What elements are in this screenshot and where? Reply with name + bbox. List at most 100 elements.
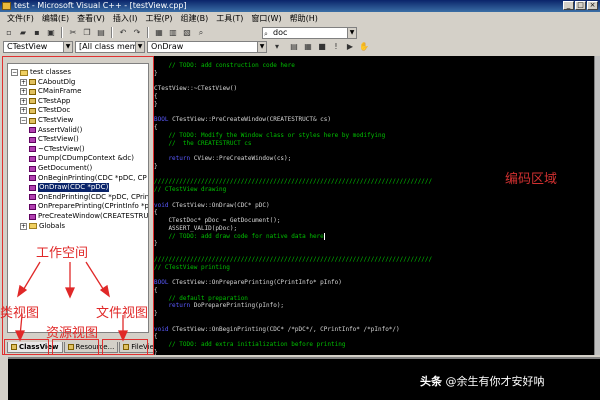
tree-item-label: CTestDoc xyxy=(38,106,71,115)
tree-item-label: OnEndPrinting(CDC *pDC, CPrin xyxy=(38,192,149,201)
expand-icon[interactable]: + xyxy=(20,222,27,230)
close-button[interactable]: × xyxy=(587,1,598,10)
workspace-icon[interactable]: ▦ xyxy=(153,27,165,38)
tree-item[interactable]: Dump(CDumpContext &dc) xyxy=(29,154,134,163)
chevron-down-icon[interactable]: ▼ xyxy=(135,42,144,52)
chevron-down-icon[interactable]: ▼ xyxy=(257,42,266,52)
new-file-icon[interactable]: ▫ xyxy=(3,27,15,38)
paste-icon[interactable]: ▤ xyxy=(95,27,107,38)
menu-project[interactable]: 工程(P) xyxy=(141,13,176,24)
windows-icon[interactable]: ▧ xyxy=(181,27,193,38)
output-gripper[interactable] xyxy=(0,357,8,400)
build-icon[interactable]: ▦ xyxy=(302,41,314,52)
tree-item-label: Dump(CDumpContext &dc) xyxy=(38,154,134,163)
minimize-button[interactable]: _ xyxy=(563,1,574,10)
editor-scrollbar[interactable] xyxy=(594,56,600,355)
menu-help[interactable]: 帮助(H) xyxy=(286,13,322,24)
breakpoint-icon[interactable]: ✋ xyxy=(358,41,370,52)
method-icon xyxy=(29,213,36,220)
method-icon xyxy=(29,136,36,143)
window-title: test - Microsoft Visual C++ - [testView.… xyxy=(14,1,187,10)
method-icon xyxy=(29,203,36,210)
tree-item[interactable]: OnEndPrinting(CDC *pDC, CPrin xyxy=(29,192,149,202)
find-value: doc xyxy=(273,28,288,37)
chevron-down-icon[interactable]: ▼ xyxy=(63,42,72,52)
menu-view[interactable]: 查看(V) xyxy=(73,13,109,24)
tree-item[interactable]: OnBeginPrinting(CDC *pDC, CP xyxy=(29,174,147,183)
execute-icon[interactable]: ! xyxy=(330,41,342,52)
cut-icon[interactable]: ✂ xyxy=(67,27,79,38)
tree-item[interactable]: GetDocument() xyxy=(29,164,92,173)
tree-item[interactable]: AssertValid() xyxy=(29,126,82,135)
method-icon xyxy=(29,175,36,182)
collapse-icon[interactable]: − xyxy=(20,117,27,124)
find-icon: ⌕ xyxy=(264,30,268,38)
open-folder-icon[interactable]: ▰ xyxy=(17,27,29,38)
collapse-icon[interactable]: − xyxy=(11,69,18,76)
tree-item[interactable]: − CTestView xyxy=(20,116,73,125)
code-line: CTestView::~CTestView() xyxy=(154,85,238,93)
function-combo[interactable]: OnDraw ▼ xyxy=(147,41,267,53)
tree-item[interactable]: + Globals xyxy=(20,222,65,231)
function-combo-value: OnDraw xyxy=(151,42,184,51)
menu-build[interactable]: 组建(B) xyxy=(177,13,213,24)
redo-icon[interactable]: ↷ xyxy=(131,27,143,38)
tree-item-label: OnDraw(CDC *pDC) xyxy=(38,183,110,193)
tree-item[interactable]: OnPreparePrinting(CPrintInfo *p xyxy=(29,202,148,211)
expand-icon[interactable]: + xyxy=(20,88,27,96)
toolbar-divider xyxy=(147,27,149,38)
tree-item-label: CTestApp xyxy=(38,96,71,105)
code-line: } xyxy=(154,100,158,108)
class-icon xyxy=(29,88,36,95)
save-all-icon[interactable]: ▣ xyxy=(45,27,57,38)
tree-item-label: OnBeginPrinting(CDC *pDC, CP xyxy=(38,173,147,182)
annotation-fileview: 文件视图 xyxy=(96,306,149,321)
menu-tools[interactable]: 工具(T) xyxy=(212,13,247,24)
code-editor[interactable]: // TODO: add construction code here} CTes… xyxy=(154,56,594,355)
tree-item-label: AssertValid() xyxy=(38,125,83,134)
tree-item[interactable]: ~CTestView() xyxy=(29,145,85,154)
save-icon[interactable]: ▪ xyxy=(31,27,43,38)
tab-classview[interactable]: ClassView xyxy=(7,342,63,353)
class-tree[interactable]: − test classes + CAboutDlg + CMainFrame + CTest… xyxy=(7,63,149,333)
watermark-brand: 头条 xyxy=(420,375,442,388)
find-combo[interactable]: ⌕ doc ▼ xyxy=(262,27,357,39)
resource-view-icon xyxy=(67,344,74,350)
find-in-files-icon[interactable]: ⌕ xyxy=(195,27,207,38)
expand-icon[interactable]: + xyxy=(20,107,27,115)
menu-file[interactable]: 文件(F) xyxy=(3,13,38,24)
tree-item[interactable]: + CAboutDlg xyxy=(20,78,75,87)
tree-item[interactable]: CTestView() xyxy=(29,135,79,144)
tree-item[interactable]: + CTestApp xyxy=(20,97,70,106)
output-icon[interactable]: ▥ xyxy=(167,27,179,38)
tree-item[interactable]: − test classes xyxy=(11,68,71,77)
stop-build-icon[interactable]: ■ xyxy=(316,41,328,52)
tab-resourceview[interactable]: Resource... xyxy=(63,342,119,353)
menu-edit[interactable]: 编辑(E) xyxy=(38,13,73,24)
expand-icon[interactable]: + xyxy=(20,78,27,86)
class-view-icon xyxy=(11,344,17,350)
menu-insert[interactable]: 插入(I) xyxy=(109,13,142,24)
folder-icon xyxy=(29,223,37,230)
go-icon[interactable]: ▶ xyxy=(344,41,356,52)
maximize-button[interactable]: □ xyxy=(575,1,586,10)
tree-item[interactable]: OnDraw(CDC *pDC) xyxy=(29,183,110,193)
class-combo[interactable]: CTestView ▼ xyxy=(3,41,73,53)
copy-icon[interactable]: ❐ xyxy=(81,27,93,38)
tree-item[interactable]: PreCreateWindow(CREATESTRU xyxy=(29,212,149,221)
menu-window[interactable]: 窗口(W) xyxy=(247,13,285,24)
tree-item-label: CAboutDlg xyxy=(38,77,76,86)
wizard-action-icon[interactable]: ▾ xyxy=(271,41,283,52)
tree-item[interactable]: + CTestDoc xyxy=(20,106,70,115)
wizard-bar: CTestView ▼ [All class members] ▼ OnDraw… xyxy=(0,40,600,54)
tree-item-label: PreCreateWindow(CREATESTRU xyxy=(38,212,149,220)
compile-icon[interactable]: ▤ xyxy=(288,41,300,52)
tree-item[interactable]: + CMainFrame xyxy=(20,87,81,96)
code-line: void CTestView::OnBeginPrinting(CDC* /*p… xyxy=(154,325,400,333)
chevron-down-icon[interactable]: ▼ xyxy=(347,28,356,38)
undo-icon[interactable]: ↶ xyxy=(117,27,129,38)
code-line: } xyxy=(154,240,158,248)
file-view-icon xyxy=(123,344,130,350)
expand-icon[interactable]: + xyxy=(20,97,27,105)
members-combo[interactable]: [All class members] ▼ xyxy=(75,41,145,53)
